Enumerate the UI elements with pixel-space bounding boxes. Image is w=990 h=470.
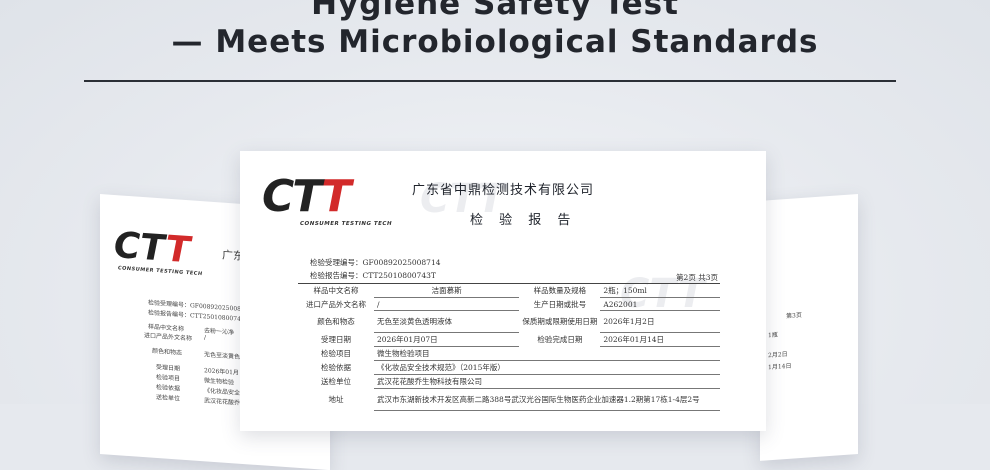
ctt-logo: CTT — [262, 171, 351, 222]
report-sheet-right: 第3页 1瓶 2月2日 1月14日 — [760, 194, 858, 461]
report-sheet-main: CTT CTT CTT CONSUMER TESTING TECH 广东省中鼎检… — [240, 151, 766, 431]
right-line: 1月14日 — [768, 362, 792, 372]
company-name: 广东省中鼎检测技术有限公司 — [412, 183, 595, 198]
report-number-label: 检验报告编号： — [310, 271, 363, 280]
headline-line-2: — Meets Microbiological Standards — [171, 24, 819, 60]
table-row: 样品中文名称 洁面慕斯 样品数量及规格 2瓶；150ml — [298, 283, 720, 298]
table-row: 地址 武汉市东湖新技术开发区高新二路388号武汉光谷国际生物医药企业加速器1.2… — [298, 388, 720, 411]
table-row: 送检单位 武汉花花酸乔生物科技有限公司 — [298, 374, 720, 389]
left-line: 检验依据 — [156, 383, 181, 393]
left-value: 去粉一沁净 — [204, 327, 235, 337]
row-value: 2瓶；150ml — [600, 283, 720, 298]
page-number: 第2页 共3页 — [676, 273, 718, 282]
row-label: 受理日期 — [321, 335, 351, 344]
acceptance-number: 检验受理编号：GF00892025008714 — [310, 257, 441, 268]
acceptance-number-label: 检验受理编号： — [310, 258, 363, 267]
row-value: 《化妆品安全技术规范》（2015年版） — [374, 360, 720, 375]
row-value: 洁面慕斯 — [374, 283, 520, 298]
row-value: 武汉市东湖新技术开发区高新二路388号武汉光谷国际生物医药企业加速器1.2期第1… — [374, 388, 720, 411]
headline-divider — [84, 80, 896, 82]
row-value: A262001 — [600, 297, 720, 311]
row-value: / — [374, 297, 520, 311]
right-line: 第3页 — [786, 311, 802, 321]
left-line: 受理日期 — [156, 363, 181, 373]
row-value: 2026年1月2日 — [600, 310, 720, 333]
row-label: 检验依据 — [321, 363, 351, 372]
left-line: 颜色和物态 — [152, 347, 183, 357]
row-value: 2026年01月14日 — [600, 332, 720, 347]
left-value: 无色至淡黄色 — [204, 351, 241, 361]
row-label: 生产日期或批号 — [533, 299, 587, 309]
right-line: 1瓶 — [768, 331, 778, 340]
row-label: 保质期或限期使用日期 — [522, 317, 598, 326]
table-row: 检验项目 微生物检验项目 — [298, 346, 720, 361]
left-line: 送检单位 — [156, 393, 181, 403]
report-number: 检验报告编号：CTT25010800743T — [310, 270, 436, 281]
left-line: 检验项目 — [156, 373, 181, 383]
row-label: 地址 — [328, 395, 344, 404]
ctt-logo-left: CTT — [114, 224, 191, 272]
left-value: / — [204, 334, 207, 342]
left-value: 武汉花花酸乔 — [204, 397, 241, 407]
row-value: 2026年01月07日 — [374, 332, 520, 347]
report-table: 样品中文名称 洁面慕斯 样品数量及规格 2瓶；150ml 进口产品外文名称 / … — [298, 283, 720, 411]
row-label: 样品数量及规格 — [519, 283, 601, 298]
row-label: 送检单位 — [321, 377, 351, 386]
table-row: 受理日期 2026年01月07日 检验完成日期 2026年01月14日 — [298, 332, 720, 347]
row-value: 无色至淡黄色透明液体 — [374, 310, 520, 333]
row-value: 微生物检验项目 — [374, 346, 720, 361]
row-label: 检验完成日期 — [537, 335, 583, 344]
acceptance-number-value: GF00892025008714 — [362, 258, 441, 267]
row-label: 样品中文名称 — [298, 283, 374, 298]
right-line: 2月2日 — [768, 350, 788, 360]
left-line: 进口产品外文名称 — [144, 332, 193, 343]
row-value: 武汉花花酸乔生物科技有限公司 — [374, 374, 720, 389]
table-row: 进口产品外文名称 / 生产日期或批号 A262001 — [298, 297, 720, 311]
headline-line-1: Hygiene Safety Test — [311, 0, 679, 22]
report-number-value: CTT25010800743T — [362, 271, 436, 280]
ctt-logo-tagline: CONSUMER TESTING TECH — [300, 221, 393, 227]
table-row: 检验依据 《化妆品安全技术规范》（2015年版） — [298, 360, 720, 375]
row-label: 颜色和物态 — [317, 317, 355, 326]
row-label: 进口产品外文名称 — [306, 299, 366, 309]
report-title: 检 验 报 告 — [470, 213, 577, 228]
table-row: 颜色和物态 无色至淡黄色透明液体 保质期或限期使用日期 2026年1月2日 — [298, 310, 720, 333]
row-label: 检验项目 — [321, 349, 351, 358]
